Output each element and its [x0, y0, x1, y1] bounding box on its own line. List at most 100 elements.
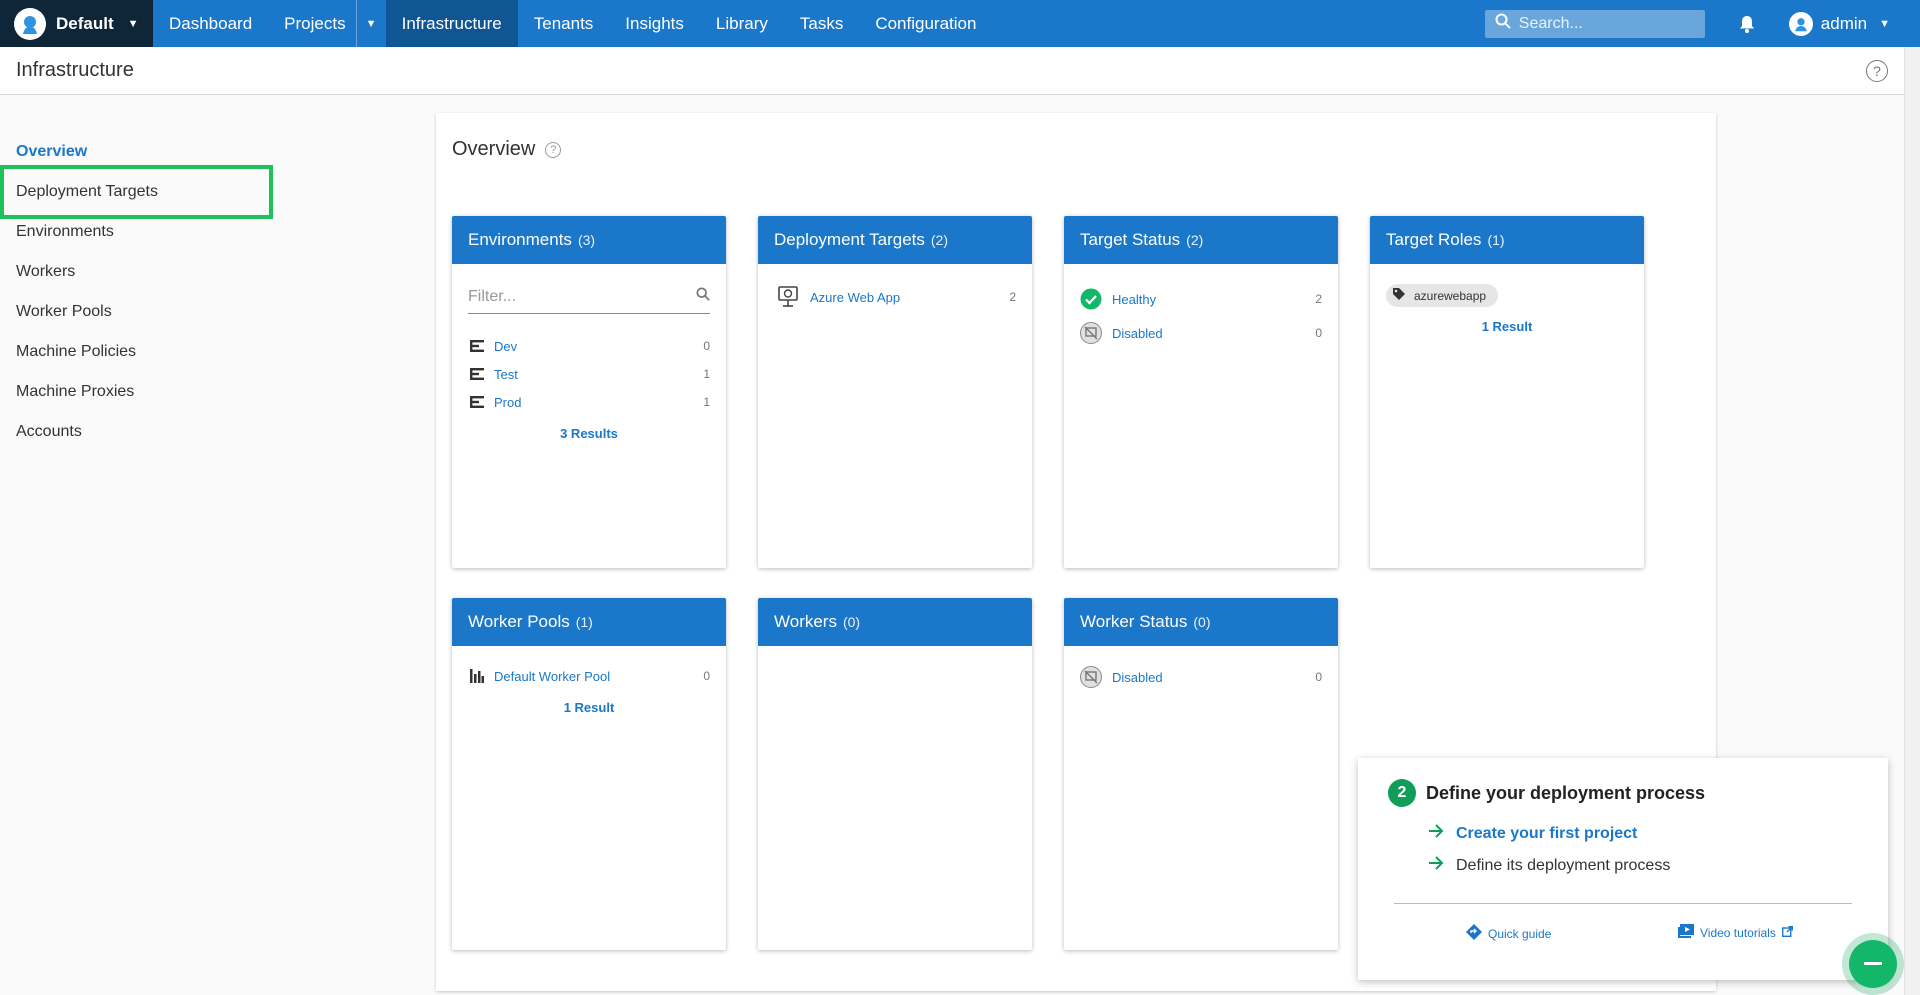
role-tag-label: azurewebapp [1414, 288, 1487, 303]
healthy-check-icon [1080, 288, 1102, 310]
card-count: (2) [930, 232, 948, 248]
card-title: Deployment Targets [774, 230, 925, 249]
nav-tenants[interactable]: Tenants [518, 0, 610, 47]
list-item[interactable]: Disabled 0 [1080, 660, 1322, 694]
worker-pools-card-header[interactable]: Worker Pools (1) [452, 598, 726, 646]
card-title: Environments [468, 230, 572, 249]
minus-icon [1849, 940, 1897, 988]
environment-link[interactable]: Prod [494, 395, 703, 410]
disabled-status-icon [1080, 666, 1102, 688]
step-label: Define its deployment process [1456, 856, 1671, 874]
arrow-right-icon [1428, 824, 1444, 843]
search-icon [1495, 13, 1511, 34]
sidebar-item-workers[interactable]: Workers [0, 252, 280, 292]
target-status-card: Target Status (2) Healthy 2 Disabled 0 [1064, 216, 1338, 568]
top-navigation-bar: Default ▼ Dashboard Projects ▼ Infrastru… [0, 0, 1920, 47]
results-link[interactable]: 1 Result [468, 700, 710, 715]
help-icon[interactable]: ? [545, 141, 562, 158]
divider [1394, 903, 1852, 904]
list-item[interactable]: Default Worker Pool 0 [468, 662, 710, 690]
card-count: (3) [577, 232, 596, 248]
nav-dashboard[interactable]: Dashboard [153, 0, 268, 47]
list-item[interactable]: Disabled 0 [1080, 316, 1322, 350]
workers-card-header[interactable]: Workers (0) [758, 598, 1032, 646]
sidebar-item-environments[interactable]: Environments [0, 212, 280, 252]
target-roles-card-header[interactable]: Target Roles (1) [1370, 216, 1644, 264]
global-search[interactable] [1484, 9, 1705, 38]
onboarding-title: 2 Define your deployment process [1388, 779, 1705, 807]
card-title: Worker Status [1080, 612, 1188, 631]
status-link[interactable]: Disabled [1112, 326, 1315, 341]
list-item[interactable]: Azure Web App 2 [778, 280, 1016, 314]
filter-input[interactable] [468, 287, 696, 306]
video-tutorials-label: Video tutorials [1700, 925, 1776, 940]
status-link[interactable]: Disabled [1112, 670, 1315, 685]
nav-insights[interactable]: Insights [609, 0, 700, 47]
page-title: Infrastructure [16, 59, 134, 81]
sidebar-item-machine-proxies[interactable]: Machine Proxies [0, 372, 280, 412]
environment-icon [468, 337, 486, 355]
row-count: 2 [1009, 290, 1016, 304]
nav-infrastructure[interactable]: Infrastructure [385, 0, 518, 47]
environment-link[interactable]: Dev [494, 339, 703, 354]
row-count: 0 [1315, 670, 1322, 684]
sidebar-item-overview[interactable]: Overview [0, 132, 280, 172]
disabled-status-icon [1080, 322, 1102, 344]
nav-configuration[interactable]: Configuration [859, 0, 992, 47]
projects-dropdown-chevron-icon[interactable]: ▼ [355, 0, 386, 47]
user-menu[interactable]: admin ▼ [1788, 11, 1890, 36]
environment-link[interactable]: Test [494, 367, 703, 382]
list-item[interactable]: Test 1 [468, 360, 710, 388]
deployment-target-link[interactable]: Azure Web App [810, 290, 1009, 305]
role-tag-chip[interactable]: azurewebapp [1386, 284, 1499, 307]
deployment-targets-card-header[interactable]: Deployment Targets (2) [758, 216, 1032, 264]
vertical-scrollbar[interactable] [1904, 47, 1920, 995]
space-name: Default [56, 13, 114, 33]
nav-projects[interactable]: Projects [268, 0, 361, 47]
onboarding-popup: 2 Define your deployment process Create … [1358, 758, 1888, 980]
search-input[interactable] [1518, 14, 1689, 33]
nav-library[interactable]: Library [700, 0, 784, 47]
results-link[interactable]: 1 Result [1386, 319, 1628, 334]
worker-pools-card: Worker Pools (1) Default Worker Pool 0 1… [452, 598, 726, 950]
target-status-card-header[interactable]: Target Status (2) [1064, 216, 1338, 264]
row-count: 2 [1315, 292, 1322, 306]
environment-icon [468, 393, 486, 411]
list-item[interactable]: Dev 0 [468, 332, 710, 360]
overview-title: Overview [452, 138, 536, 160]
environments-card-header[interactable]: Environments (3) [452, 216, 726, 264]
list-item[interactable]: Healthy 2 [1080, 282, 1322, 316]
overview-heading: Overview ? [452, 138, 562, 161]
space-switcher[interactable]: Default ▼ [0, 0, 153, 47]
card-count: (0) [842, 614, 861, 630]
sidebar-item-machine-policies[interactable]: Machine Policies [0, 332, 280, 372]
notifications-bell-icon[interactable] [1727, 15, 1767, 33]
sidebar-item-worker-pools[interactable]: Worker Pools [0, 292, 280, 332]
results-link[interactable]: 3 Results [468, 426, 710, 441]
worker-pool-link[interactable]: Default Worker Pool [494, 669, 703, 684]
status-link[interactable]: Healthy [1112, 292, 1315, 307]
environments-filter[interactable] [468, 280, 710, 314]
target-roles-card: Target Roles (1) azurewebapp 1 Result [1370, 216, 1644, 568]
space-logo-icon [14, 7, 46, 40]
card-count: (0) [1193, 614, 1211, 630]
environment-icon [468, 365, 486, 383]
video-tutorials-link[interactable]: Video tutorials [1678, 924, 1793, 941]
azure-web-app-icon [778, 286, 800, 308]
create-project-link[interactable]: Create your first project [1428, 824, 1637, 843]
nav-tasks[interactable]: Tasks [784, 0, 859, 47]
help-icon[interactable]: ? [1866, 60, 1888, 82]
sidebar-item-deployment-targets[interactable]: Deployment Targets [0, 172, 280, 212]
onboarding-title-text: Define your deployment process [1426, 782, 1706, 803]
card-title: Worker Pools [468, 612, 570, 631]
card-count: (1) [1487, 232, 1505, 248]
chevron-down-icon: ▼ [1879, 17, 1890, 30]
quick-guide-link[interactable]: Quick guide [1466, 924, 1551, 943]
list-item[interactable]: Prod 1 [468, 388, 710, 416]
worker-status-card-header[interactable]: Worker Status (0) [1064, 598, 1338, 646]
arrow-right-icon [1428, 856, 1444, 875]
sidebar-item-accounts[interactable]: Accounts [0, 412, 280, 452]
collapse-onboarding-button[interactable] [1842, 933, 1904, 995]
row-count: 0 [703, 669, 710, 683]
tag-icon [1392, 287, 1406, 304]
